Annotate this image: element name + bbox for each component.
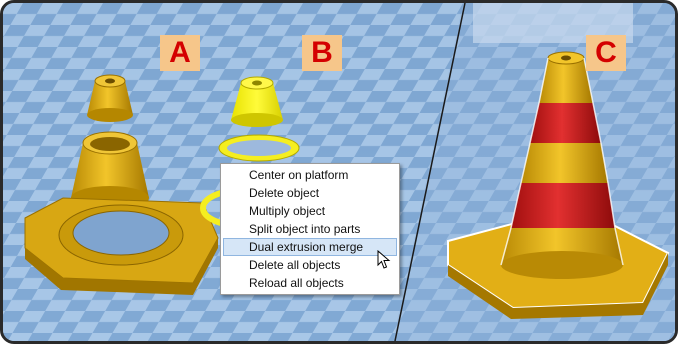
mouse-cursor-icon (377, 250, 391, 269)
menu-item-multiply-object[interactable]: Multiply object (221, 202, 399, 220)
viewer-frame: A B C Center on platform Delete object M… (0, 0, 678, 344)
panel-label-c: C (586, 35, 626, 71)
menu-item-split-object[interactable]: Split object into parts (221, 220, 399, 238)
menu-item-reload-all-objects[interactable]: Reload all objects (221, 274, 399, 292)
context-menu: Center on platform Delete object Multipl… (220, 163, 400, 295)
panel-label-b: B (302, 35, 342, 71)
menu-item-delete-object[interactable]: Delete object (221, 184, 399, 202)
panel-label-a: A (160, 35, 200, 71)
menu-item-center-on-platform[interactable]: Center on platform (221, 166, 399, 184)
menu-item-dual-extrusion-merge[interactable]: Dual extrusion merge (223, 238, 397, 256)
menu-item-delete-all-objects[interactable]: Delete all objects (221, 256, 399, 274)
